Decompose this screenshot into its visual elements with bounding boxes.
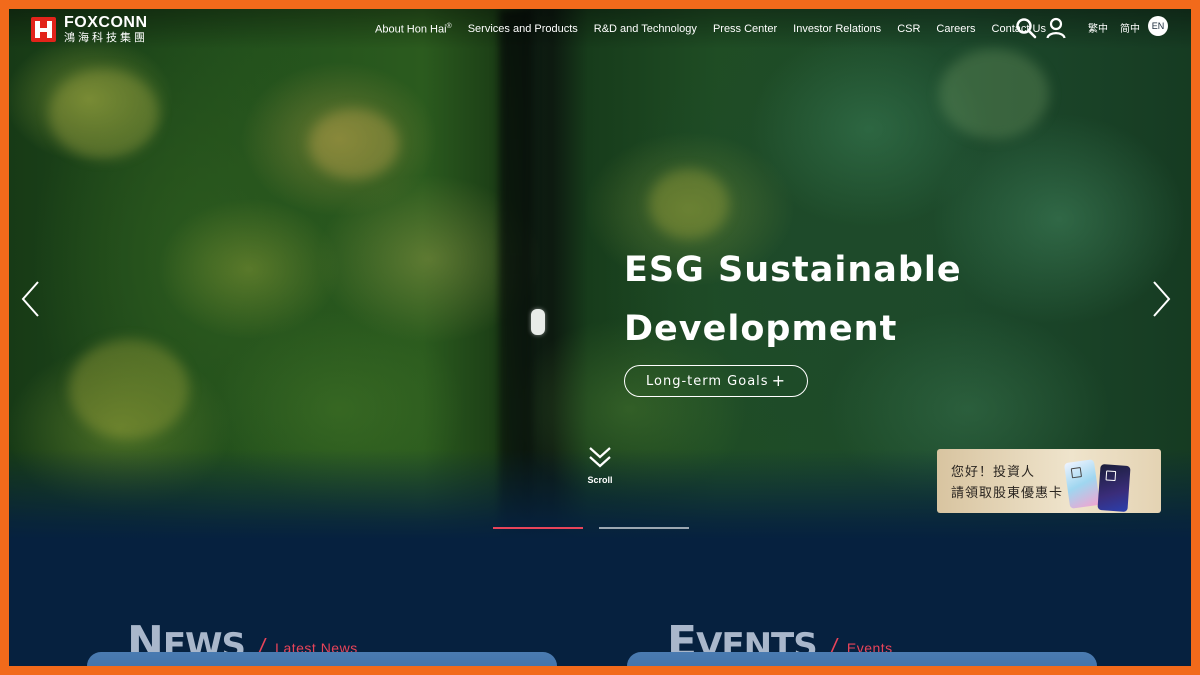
tree-canopy: [49, 69, 159, 159]
logo-mark-icon: [31, 16, 56, 42]
tree-canopy: [309, 109, 399, 179]
page-frame: FOXCONN 鴻海科技集團 About Hon Hai® Services a…: [9, 9, 1191, 666]
shareholder-card-dark: [1097, 464, 1131, 512]
nav-careers[interactable]: Careers: [928, 23, 983, 35]
double-chevron-down-icon: [589, 447, 611, 468]
car: [531, 309, 545, 335]
nav-csr[interactable]: CSR: [889, 23, 928, 35]
lang-simplified-chinese[interactable]: 简中: [1120, 20, 1140, 35]
nav-rd-technology[interactable]: R&D and Technology: [586, 23, 705, 35]
logo-text: FOXCONN 鴻海科技集團: [64, 13, 148, 44]
events-panel: [627, 652, 1097, 666]
tree-canopy: [939, 49, 1049, 139]
plus-icon: +: [771, 371, 786, 390]
logo-chinese: 鴻海科技集團: [64, 31, 148, 44]
search-icon[interactable]: [1014, 16, 1038, 40]
hero-title-line-2: Development: [624, 309, 898, 349]
shareholder-card-light: [1063, 459, 1101, 509]
tree-canopy: [69, 339, 189, 439]
card-logo-icon: [1070, 467, 1083, 479]
shareholder-card-promo[interactable]: 您好！投資人 請領取股東優惠卡: [937, 449, 1161, 513]
logo-english: FOXCONN: [64, 13, 148, 31]
slide-indicator-1[interactable]: [493, 527, 583, 529]
hero-title-line-1: ESG Sustainable: [624, 250, 962, 290]
lang-english[interactable]: EN: [1148, 16, 1168, 36]
lang-traditional-chinese[interactable]: 繁中: [1088, 20, 1108, 35]
scroll-indicator[interactable]: Scroll: [582, 446, 618, 485]
user-icon[interactable]: [1044, 16, 1068, 40]
nav-services-products[interactable]: Services and Products: [460, 23, 586, 35]
hero-title: ESG Sustainable Development: [624, 241, 1084, 359]
foxconn-logo[interactable]: FOXCONN 鴻海科技集團: [31, 14, 148, 44]
main-nav: About Hon Hai® Services and Products R&D…: [367, 18, 1054, 40]
card-logo-icon: [1105, 470, 1117, 482]
registered-mark: ®: [446, 22, 452, 30]
nav-press-center[interactable]: Press Center: [705, 23, 785, 35]
nav-about[interactable]: About Hon Hai®: [367, 23, 460, 36]
promo-greeting: 您好！投資人: [951, 464, 1036, 479]
site-header: FOXCONN 鴻海科技集團 About Hon Hai® Services a…: [9, 9, 1191, 49]
tree-canopy: [649, 169, 729, 239]
long-term-goals-button[interactable]: Long-term Goals +: [624, 365, 808, 397]
news-panel: [87, 652, 557, 666]
slide-indicator-2[interactable]: [599, 527, 689, 529]
nav-about-label: About Hon Hai: [375, 23, 447, 36]
prev-slide-arrow-icon[interactable]: [19, 280, 43, 318]
scroll-label: Scroll: [587, 475, 613, 485]
next-slide-arrow-icon[interactable]: [1149, 280, 1173, 318]
promo-cta: 請領取股東優惠卡: [951, 485, 1064, 500]
nav-investor-relations[interactable]: Investor Relations: [785, 23, 889, 35]
slide-pagination: [493, 527, 689, 529]
long-term-goals-label: Long-term Goals: [646, 373, 769, 389]
